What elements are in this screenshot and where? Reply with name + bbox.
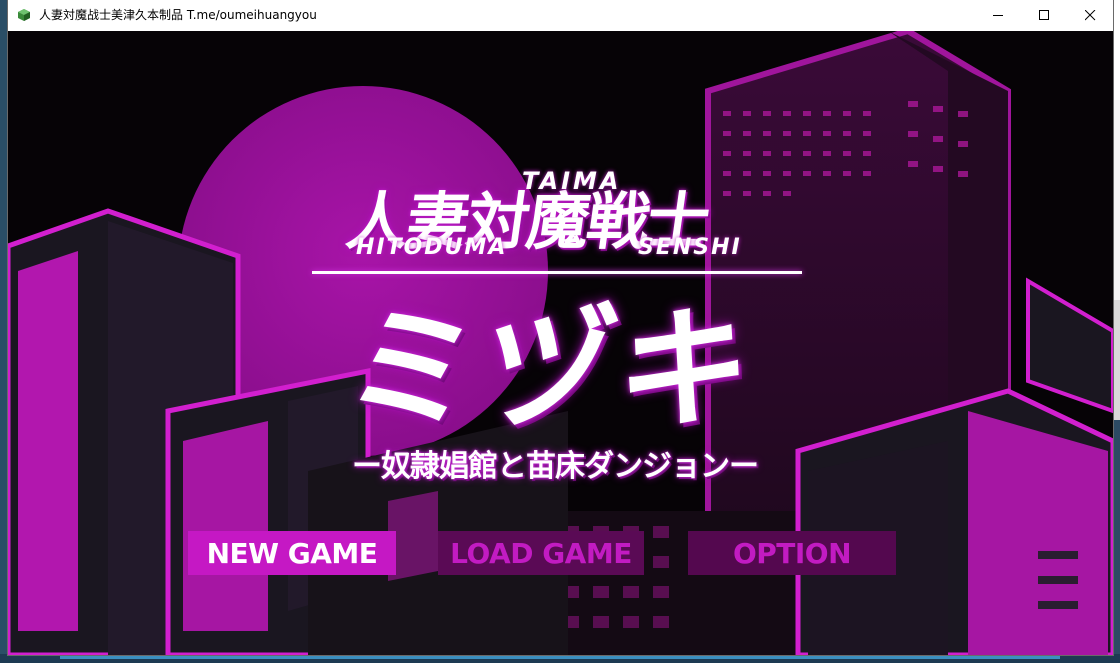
- taskbar-edge: [0, 654, 1120, 663]
- close-icon: [1084, 10, 1095, 21]
- close-button[interactable]: [1067, 0, 1113, 31]
- maximize-icon: [1038, 10, 1049, 20]
- logo-senshi: SENSHI: [638, 235, 742, 260]
- logo-taima: TAIMA: [522, 167, 622, 195]
- option-label: OPTION: [732, 536, 852, 570]
- minimize-button[interactable]: [975, 0, 1021, 31]
- game-logo: 人妻対魔戦士 TAIMA HITODUMA SENSHI ミヅキ ー奴隷娼館と苗…: [308, 159, 818, 509]
- option-button[interactable]: OPTION: [688, 531, 901, 580]
- minimize-icon: [992, 15, 1003, 16]
- game-window: 人妻対魔战士美津久本制品 T.me/oumeihuangyou 人妻対魔戦士 T…: [8, 0, 1113, 655]
- app-icon: [18, 9, 30, 21]
- title-screen: 人妻対魔戦士 TAIMA HITODUMA SENSHI ミヅキ ー奴隷娼館と苗…: [8, 31, 1113, 655]
- maximize-button[interactable]: [1021, 0, 1067, 31]
- logo-subtitle: ー奴隷娼館と苗床ダンジョンー: [352, 449, 759, 484]
- window-title: 人妻対魔战士美津久本制品 T.me/oumeihuangyou: [39, 8, 317, 22]
- new-game-label: NEW GAME: [206, 536, 378, 570]
- logo-hitoduma: HITODUMA: [356, 235, 508, 260]
- load-game-button[interactable]: LOAD GAME: [438, 531, 649, 580]
- new-game-button[interactable]: NEW GAME: [188, 531, 401, 580]
- load-game-label: LOAD GAME: [450, 536, 632, 570]
- desktop-background-strip: [1113, 0, 1120, 663]
- logo-mizuki: ミヅキ: [335, 293, 766, 447]
- title-bar[interactable]: 人妻対魔战士美津久本制品 T.me/oumeihuangyou: [8, 0, 1113, 31]
